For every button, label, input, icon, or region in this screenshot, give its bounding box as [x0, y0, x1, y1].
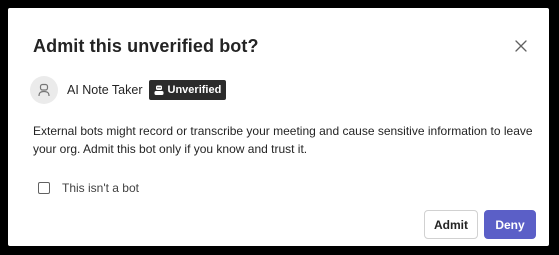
- admit-button[interactable]: Admit: [424, 210, 478, 239]
- unverified-icon: [153, 84, 165, 96]
- not-a-bot-label: This isn't a bot: [62, 181, 139, 195]
- not-a-bot-option[interactable]: This isn't a bot: [38, 181, 139, 195]
- bot-name: AI Note Taker: [67, 83, 143, 97]
- unverified-badge: Unverified: [148, 80, 227, 100]
- close-icon: [515, 40, 527, 52]
- close-button[interactable]: [511, 36, 531, 56]
- bot-avatar: [30, 76, 58, 104]
- dialog-title: Admit this unverified bot?: [33, 36, 259, 56]
- warning-message: External bots might record or transcribe…: [33, 124, 533, 156]
- bot-info: AI Note Taker Unverified: [30, 76, 227, 104]
- unverified-badge-label: Unverified: [167, 84, 222, 96]
- admit-bot-dialog: Admit this unverified bot? AI Note Taker: [8, 8, 549, 246]
- deny-button[interactable]: Deny: [484, 210, 536, 239]
- bot-avatar-icon: [38, 83, 50, 97]
- not-a-bot-checkbox[interactable]: [38, 182, 50, 194]
